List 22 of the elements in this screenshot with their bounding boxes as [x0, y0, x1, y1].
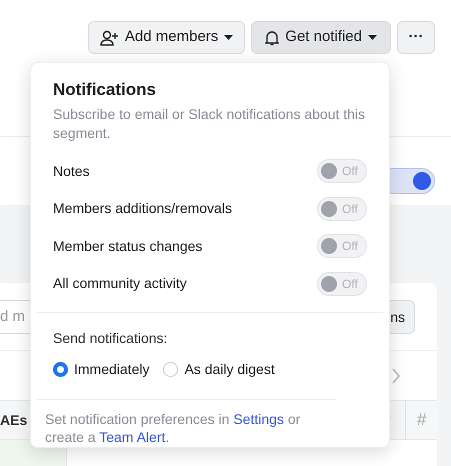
caret-icon [224, 35, 234, 40]
column-header: # [417, 409, 428, 432]
toggle-label: Members additions/removals [53, 199, 232, 218]
get-notified-button[interactable]: Get notified [251, 21, 391, 54]
radio-option[interactable]: Immediately [53, 358, 150, 380]
radio-option[interactable]: As daily digest [163, 358, 275, 380]
toggle-label: Notes [53, 162, 90, 181]
section-label: Send notifications: [53, 328, 168, 348]
more-button[interactable]: ··· [397, 21, 435, 54]
add-members-button[interactable]: Add members [88, 21, 246, 54]
bell-icon [265, 30, 280, 46]
toggle-label: Member status changes [53, 236, 202, 256]
link[interactable]: Team Alert [99, 428, 166, 444]
chevron-right-icon[interactable] [391, 366, 401, 384]
link[interactable]: Settings [233, 410, 284, 426]
caret-icon [368, 35, 377, 40]
toggle-label: All community activity [53, 274, 187, 294]
popover-title: Notifications [53, 79, 157, 101]
popover-description: Subscribe to email or Slack notifications about this segment. [53, 104, 366, 142]
person-plus-icon [100, 30, 119, 46]
column-header: AEs [0, 410, 28, 430]
footer-text: Set notification preferences in Settings or create a Team Alert. [44, 410, 302, 446]
